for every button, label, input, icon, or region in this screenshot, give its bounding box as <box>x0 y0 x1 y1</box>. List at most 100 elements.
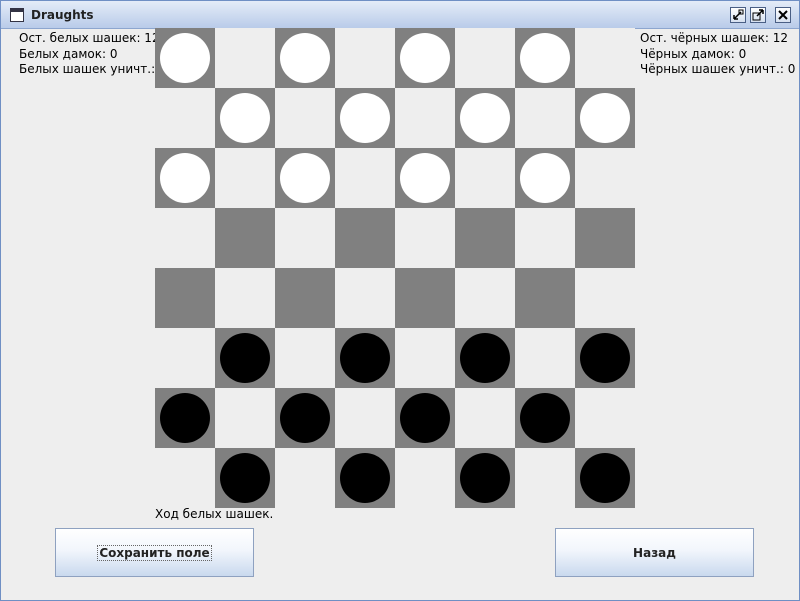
back-button-label: Назад <box>633 545 676 560</box>
board-cell <box>575 28 635 88</box>
white-kings-label: Белых дамок: 0 <box>19 46 118 61</box>
black-piece[interactable] <box>580 333 630 383</box>
board-cell[interactable] <box>335 88 395 148</box>
board-cell[interactable] <box>155 388 215 448</box>
black-destroyed-label: Чёрных шашек уничт.: 0 <box>640 62 796 76</box>
board-cell <box>155 88 215 148</box>
board-cell <box>275 88 335 148</box>
board-cell <box>575 388 635 448</box>
board-cell[interactable] <box>575 448 635 508</box>
black-piece[interactable] <box>460 453 510 503</box>
board-cell[interactable] <box>155 268 215 328</box>
board-cell <box>155 208 215 268</box>
draughts-board[interactable] <box>155 28 635 508</box>
board-cell[interactable] <box>515 148 575 208</box>
black-piece[interactable] <box>220 453 270 503</box>
black-piece[interactable] <box>340 333 390 383</box>
board-cell <box>575 148 635 208</box>
board-cell[interactable] <box>575 208 635 268</box>
board-cell <box>275 208 335 268</box>
black-piece[interactable] <box>280 393 330 443</box>
board-cell <box>335 148 395 208</box>
board-cell[interactable] <box>515 388 575 448</box>
white-piece[interactable] <box>160 33 210 83</box>
board-cell[interactable] <box>335 208 395 268</box>
white-piece[interactable] <box>340 93 390 143</box>
title-bar[interactable]: Draughts <box>1 1 799 29</box>
board-cell[interactable] <box>275 268 335 328</box>
save-board-button-label: Сохранить поле <box>97 544 212 561</box>
board-cell[interactable] <box>335 448 395 508</box>
minimize-icon[interactable] <box>730 7 746 23</box>
board-cell <box>455 148 515 208</box>
white-piece[interactable] <box>580 93 630 143</box>
board-cell[interactable] <box>515 28 575 88</box>
board-cell[interactable] <box>275 148 335 208</box>
board-cell[interactable] <box>275 28 335 88</box>
board-cell[interactable] <box>395 28 455 88</box>
black-kings-label: Чёрных дамок: 0 <box>640 46 747 61</box>
board-cell[interactable] <box>155 148 215 208</box>
white-piece[interactable] <box>160 153 210 203</box>
board-cell <box>275 328 335 388</box>
board-cell[interactable] <box>515 268 575 328</box>
board-cell[interactable] <box>395 148 455 208</box>
black-piece[interactable] <box>220 333 270 383</box>
board-cell <box>515 328 575 388</box>
board-cell <box>455 388 515 448</box>
window-title: Draughts <box>31 8 94 22</box>
white-piece[interactable] <box>520 33 570 83</box>
board-cell <box>395 328 455 388</box>
board-cell[interactable] <box>275 388 335 448</box>
board-cell[interactable] <box>335 328 395 388</box>
white-piece[interactable] <box>460 93 510 143</box>
black-piece[interactable] <box>460 333 510 383</box>
close-icon[interactable] <box>775 7 791 23</box>
white-piece[interactable] <box>280 33 330 83</box>
turn-status: Ход белых шашек. <box>155 507 274 521</box>
board-cell[interactable] <box>395 268 455 328</box>
board-cell <box>335 28 395 88</box>
app-window: Draughts Ост. белых шашек: 12 Белых дамо… <box>0 0 800 601</box>
board-cell[interactable] <box>455 328 515 388</box>
white-piece[interactable] <box>400 33 450 83</box>
black-stats-panel: Ост. чёрных шашек: 12 Чёрных дамок: 0 Чё… <box>640 31 795 78</box>
black-piece[interactable] <box>340 453 390 503</box>
board-cell[interactable] <box>215 88 275 148</box>
board-cell <box>515 88 575 148</box>
board-cell[interactable] <box>155 28 215 88</box>
board-cell[interactable] <box>575 328 635 388</box>
board-cell <box>215 148 275 208</box>
save-board-button[interactable]: Сохранить поле <box>55 528 254 577</box>
board-cell <box>395 448 455 508</box>
white-piece[interactable] <box>280 153 330 203</box>
board-cell[interactable] <box>455 208 515 268</box>
white-piece[interactable] <box>520 153 570 203</box>
board-cell <box>455 28 515 88</box>
board-cell <box>515 448 575 508</box>
white-remaining-label: Ост. белых шашек: 12 <box>19 31 160 45</box>
app-window-icon <box>10 8 24 22</box>
board-cell <box>215 268 275 328</box>
white-destroyed-label: Белых шашек уничт.: 0 <box>19 62 167 76</box>
board-cell <box>335 268 395 328</box>
board-cell[interactable] <box>215 448 275 508</box>
board-cell <box>215 388 275 448</box>
board-cell <box>215 28 275 88</box>
board-cell[interactable] <box>215 328 275 388</box>
board-cell <box>575 268 635 328</box>
black-piece[interactable] <box>520 393 570 443</box>
board-cell[interactable] <box>575 88 635 148</box>
back-button[interactable]: Назад <box>555 528 754 577</box>
black-piece[interactable] <box>160 393 210 443</box>
board-cell[interactable] <box>455 88 515 148</box>
white-piece[interactable] <box>220 93 270 143</box>
maximize-icon[interactable] <box>750 7 766 23</box>
board-cell[interactable] <box>455 448 515 508</box>
board-cell <box>515 208 575 268</box>
black-piece[interactable] <box>580 453 630 503</box>
black-piece[interactable] <box>400 393 450 443</box>
white-piece[interactable] <box>400 153 450 203</box>
board-cell[interactable] <box>215 208 275 268</box>
board-cell[interactable] <box>395 388 455 448</box>
